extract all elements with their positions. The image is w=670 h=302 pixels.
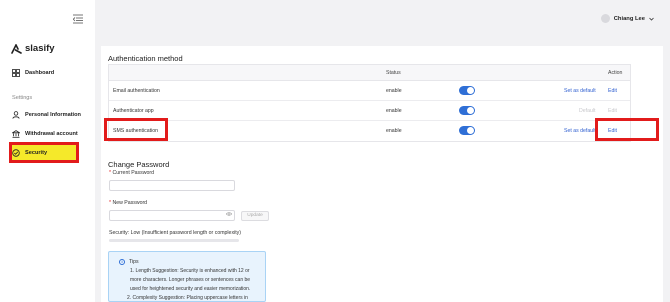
sidebar-item-personal-information[interactable]: Personal Information — [12, 111, 81, 119]
eye-icon[interactable] — [226, 212, 232, 216]
sidebar: slasify Dashboard Settings Personal Info… — [0, 0, 95, 302]
user-icon — [12, 111, 20, 119]
current-password-input[interactable] — [109, 180, 235, 191]
set-default-link[interactable]: Set as default — [564, 88, 596, 94]
update-button[interactable]: Update — [241, 211, 269, 221]
table-header: Status Action — [109, 65, 630, 81]
auth-method-title: Authentication method — [108, 54, 183, 63]
password-security-text: Security: Low (Insufficient password len… — [109, 230, 241, 236]
security-highlight-box — [9, 142, 79, 163]
sidebar-item-withdrawal-account[interactable]: Withdrawal account — [12, 130, 78, 138]
chevron-down-icon — [649, 17, 654, 21]
method-name: Authenticator app — [113, 108, 154, 114]
method-name: Email authentication — [113, 88, 160, 94]
edit-highlight-box — [595, 118, 659, 141]
top-bar: Chiang Lee — [95, 0, 670, 40]
tips-box: i Tips 1. Length Suggestion: Security is… — [108, 251, 266, 302]
edit-link-disabled: Edit — [608, 108, 617, 114]
dashboard-icon — [12, 69, 20, 77]
tip-line: more characters. Longer phrases or sente… — [130, 277, 251, 283]
tip-line: 1. Length Suggestion: Security is enhanc… — [130, 268, 250, 274]
sidebar-item-label: Personal Information — [25, 112, 81, 118]
settings-section-label: Settings — [12, 95, 33, 101]
sidebar-item-label: Withdrawal account — [25, 131, 78, 137]
action-column-header: Action — [608, 70, 623, 76]
tip-line: used for heightened security and easier … — [130, 286, 251, 292]
user-name: Chiang Lee — [613, 15, 645, 22]
logo-icon — [11, 43, 22, 54]
status-text: enable — [386, 88, 402, 94]
tips-title: Tips — [129, 259, 139, 265]
auth-method-table: Status Action Email authentication enabl… — [108, 64, 631, 142]
sidebar-item-dashboard[interactable]: Dashboard — [12, 69, 54, 77]
tips-header: i Tips — [119, 259, 139, 265]
user-menu[interactable]: Chiang Lee — [600, 14, 654, 23]
tip-line: 2. Complexity Suggestion: Placing upperc… — [127, 295, 248, 301]
status-text: enable — [386, 128, 402, 134]
password-strength-bar — [109, 239, 239, 242]
new-password-label: * New Password — [109, 200, 148, 206]
status-column-header: Status — [386, 70, 401, 76]
sms-highlight-box — [104, 118, 168, 141]
brand-name: slasify — [25, 43, 55, 54]
enable-toggle[interactable] — [459, 86, 475, 95]
current-password-label: * Current Password — [109, 170, 154, 176]
enable-toggle[interactable] — [459, 126, 475, 135]
table-row: Authenticator app enable Default Edit — [109, 101, 630, 121]
bank-icon — [12, 130, 20, 138]
collapse-menu-icon[interactable] — [73, 14, 83, 24]
edit-link[interactable]: Edit — [608, 88, 617, 94]
new-password-input[interactable] — [109, 210, 235, 221]
status-text: enable — [386, 108, 402, 114]
default-label: Default — [579, 108, 596, 114]
table-row: SMS authentication enable Set as default… — [109, 121, 630, 141]
set-default-link[interactable]: Set as default — [564, 128, 596, 134]
avatar — [600, 14, 610, 23]
table-row: Email authentication enable Set as defau… — [109, 81, 630, 101]
enable-toggle[interactable] — [459, 106, 475, 115]
change-password-title: Change Password — [108, 160, 170, 169]
brand-logo[interactable]: slasify — [11, 43, 55, 54]
sidebar-item-label: Dashboard — [25, 70, 55, 76]
info-icon: i — [119, 259, 125, 265]
